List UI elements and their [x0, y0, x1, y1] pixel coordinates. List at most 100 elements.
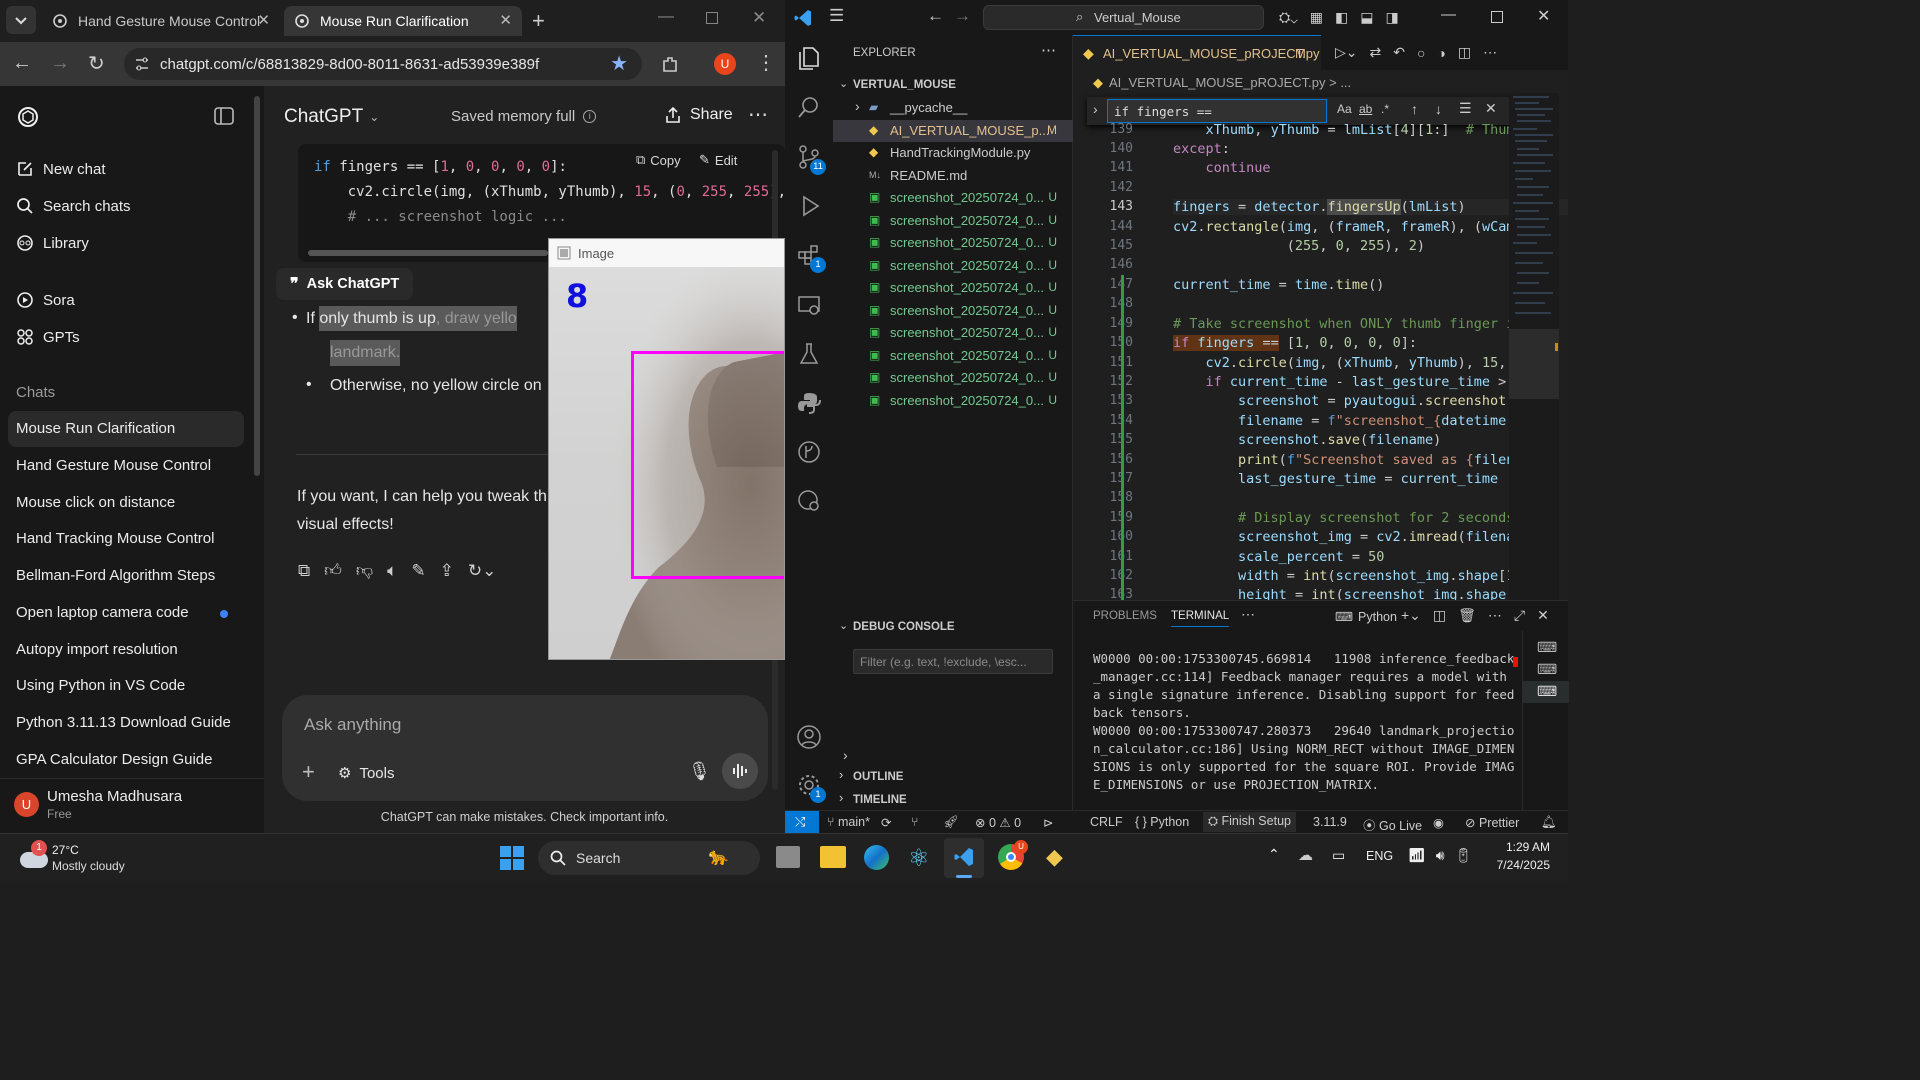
file-item[interactable]: ▣ screenshot_20250724_0... U — [833, 300, 1073, 322]
layout-customize-icon[interactable]: ▦ — [1310, 9, 1323, 26]
file-explorer-icon[interactable] — [820, 846, 846, 868]
file-item[interactable]: ▣ screenshot_20250724_0... U — [833, 232, 1073, 254]
taskbar-search[interactable]: Search 🐆 — [538, 841, 760, 875]
toggle-panel-icon[interactable]: ⬓ — [1360, 9, 1373, 26]
weather-widget[interactable]: 1 27°C Mostly cloudy — [14, 840, 164, 876]
more-icon[interactable]: ⋯ — [1488, 607, 1502, 624]
close-find-icon[interactable]: ✕ — [1485, 100, 1497, 117]
circle-icon[interactable]: ○ — [1417, 45, 1425, 61]
edit-in-canvas-icon[interactable]: ✎ — [411, 561, 425, 581]
trash-icon[interactable]: 🗑︎ — [1458, 607, 1476, 624]
thumbs-up-icon[interactable]: 👍︎ — [324, 560, 342, 581]
minimize-icon[interactable]: — — [1441, 6, 1456, 23]
python-activity[interactable] — [785, 390, 833, 420]
panel-more-icon[interactable]: ⋯ — [1241, 606, 1255, 623]
testing-activity[interactable] — [785, 341, 833, 371]
problems-tab[interactable]: PROBLEMS — [1093, 610, 1157, 622]
sidebar-scrollbar[interactable] — [254, 96, 260, 476]
new-tab-button[interactable]: + — [532, 8, 545, 34]
split-terminal-icon[interactable]: ◫ — [1433, 607, 1446, 624]
openai-logo-icon[interactable] — [16, 105, 40, 129]
site-settings-icon[interactable] — [134, 56, 150, 72]
next-match-icon[interactable]: ↓ — [1435, 101, 1442, 117]
terminal-instance-active[interactable]: ⌨ — [1523, 681, 1569, 703]
menu-hamburger-icon[interactable]: ☰ — [829, 6, 844, 26]
explorer-activity[interactable] — [785, 45, 833, 75]
file-item[interactable]: ▣ screenshot_20250724_0... U — [833, 322, 1073, 344]
chat-item[interactable]: Open laptop camera code — [8, 595, 244, 631]
close-tab-icon[interactable]: ✕ — [257, 11, 270, 29]
chat-item[interactable]: Autopy import resolution — [8, 632, 244, 668]
task-view-icon[interactable] — [776, 846, 800, 868]
run-icon[interactable]: ▷⌄ — [1335, 44, 1358, 61]
opencv-image-window[interactable]: Image 8 — [548, 238, 785, 660]
chat-item[interactable]: Python 3.11.13 Download Guide — [8, 705, 244, 741]
electron-app-icon[interactable]: ⚛ — [908, 844, 930, 873]
chrome-taskbar-icon[interactable]: U — [998, 840, 1028, 870]
edit-code-button[interactable]: ✎ Edit — [699, 152, 737, 168]
command-center-search[interactable]: ⌕ Vertual_Mouse — [983, 5, 1264, 30]
vscode-taskbar-icon[interactable] — [944, 838, 984, 878]
copilot-status-icon[interactable]: ◉ — [1433, 815, 1444, 830]
find-in-selection-icon[interactable]: ☰ — [1459, 100, 1472, 117]
tab-search-button[interactable] — [6, 6, 36, 34]
tab-hand-gesture[interactable]: Hand Gesture Mouse Control ✕ — [42, 6, 280, 36]
forward-icon[interactable]: → — [50, 52, 70, 75]
share-icon[interactable]: ⇪ — [440, 561, 454, 581]
go-live-button[interactable]: ⦿ Go Live — [1363, 815, 1422, 834]
problems-status[interactable]: ⊗ 0 ⚠ 0 — [975, 815, 1021, 830]
copy-icon[interactable]: ⧉ — [298, 561, 310, 581]
file-item[interactable]: ▣ screenshot_20250724_0... U — [833, 345, 1073, 367]
tools-button[interactable]: ⚙ Tools — [338, 764, 394, 783]
terminal-instance-icon[interactable]: ⌨ — [1537, 661, 1557, 678]
live-share-activity[interactable] — [785, 488, 833, 518]
clock-time[interactable]: 1:29 AM — [1478, 840, 1550, 854]
chevron-right-icon[interactable]: › — [1093, 101, 1098, 117]
regex-icon[interactable]: .* — [1381, 102, 1389, 116]
debug-filter-input[interactable]: Filter (e.g. text, !exclude, \esc... — [853, 649, 1053, 674]
start-button[interactable] — [500, 846, 524, 870]
nav-forward-icon[interactable]: → — [954, 6, 971, 26]
match-case-icon[interactable]: Aa — [1337, 102, 1352, 116]
file-item[interactable]: ▣ screenshot_20250724_0... U — [833, 255, 1073, 277]
memory-status[interactable]: Saved memory full i — [451, 108, 597, 125]
git-graph-status-icon[interactable]: ⑂ — [911, 815, 919, 829]
model-selector[interactable]: ChatGPT ⌄ — [284, 106, 379, 128]
copy-code-button[interactable]: ⧉ Copy — [636, 152, 681, 168]
timeline-header[interactable]: › TIMELINE — [833, 790, 1073, 812]
chat-item[interactable]: Bellman-Ford Algorithm Steps — [8, 558, 244, 594]
regenerate-icon[interactable]: ↻⌄ — [468, 561, 497, 581]
python-taskbar-icon[interactable]: ◆ — [1046, 844, 1063, 870]
finish-setup-button[interactable]: ⛭ Finish Setup — [1203, 812, 1296, 832]
notifications-bell-icon[interactable]: 🔔︎ — [1541, 815, 1557, 830]
add-attachment-icon[interactable]: + — [302, 759, 315, 785]
remote-indicator[interactable]: ⤭ — [785, 811, 819, 834]
go-back-icon[interactable]: ↶ — [1393, 44, 1405, 61]
previous-match-icon[interactable]: ↑ — [1411, 101, 1418, 117]
share-button[interactable]: Share — [664, 106, 733, 124]
file-item[interactable]: ◆ AI_VERTUAL_MOUSE_p... M — [833, 119, 1073, 142]
onedrive-icon[interactable]: ☁ — [1298, 846, 1313, 864]
close-window-icon[interactable]: ✕ — [1537, 6, 1550, 26]
image-window-titlebar[interactable]: Image — [549, 239, 784, 267]
explorer-more-icon[interactable]: ⋯ — [1041, 41, 1056, 59]
file-item[interactable]: ▣ screenshot_20250724_0... U — [833, 277, 1073, 299]
show-hidden-icons[interactable]: ⌃ — [1268, 846, 1280, 863]
accounts-activity[interactable] — [785, 724, 833, 754]
quick-settings[interactable]: 📶︎ 🔊︎ 🔋︎ — [1408, 847, 1472, 864]
extensions-icon[interactable] — [660, 54, 680, 74]
clock-date[interactable]: 7/24/2025 — [1478, 858, 1550, 872]
prettier-status[interactable]: ⊘ Prettier — [1465, 815, 1519, 830]
live-share-icon[interactable]: ◑ — [1437, 45, 1445, 61]
voice-mode-button[interactable] — [722, 753, 758, 789]
chevron-right-icon[interactable]: › — [843, 747, 848, 763]
toggle-secondary-sidebar-icon[interactable]: ◨ — [1385, 9, 1398, 26]
toggle-sidebar-icon[interactable]: ◧ — [1335, 9, 1348, 26]
microphone-icon[interactable]: 🎙︎ — [688, 761, 711, 782]
chat-item[interactable]: Hand Tracking Mouse Control — [8, 521, 244, 557]
chrome-menu-icon[interactable]: ⋮ — [756, 50, 776, 75]
message-input[interactable]: Ask anything — [304, 715, 401, 735]
omnibox[interactable]: chatgpt.com/c/68813829-8d00-8011-8631-ad… — [124, 48, 642, 80]
minimap[interactable] — [1509, 93, 1559, 600]
terminal-tab[interactable]: TERMINAL — [1171, 610, 1230, 627]
